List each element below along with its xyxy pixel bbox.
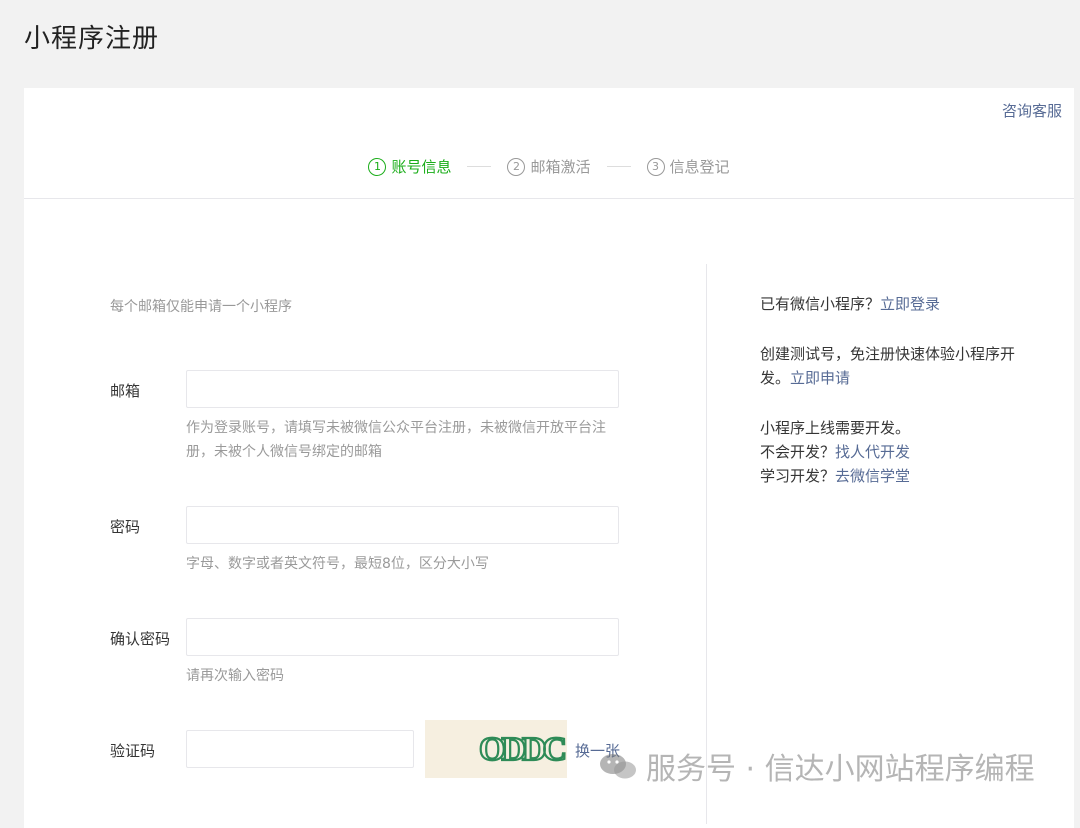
step-label: 信息登记	[669, 158, 730, 176]
registration-card: 咨询客服 1 账号信息 2 邮箱激活 3 信息登记 每个邮箱仅能申请一个小程序 …	[24, 88, 1074, 828]
confirm-password-label: 确认密码	[110, 630, 171, 648]
email-label: 邮箱	[110, 382, 141, 400]
header-divider	[24, 198, 1074, 199]
step-number: 3	[646, 157, 665, 176]
step-label: 邮箱激活	[530, 158, 591, 176]
step-info-registration: 3 信息登记	[646, 156, 730, 177]
email-input[interactable]	[186, 370, 619, 408]
dev-line2: 不会开发？找人代开发	[760, 440, 910, 464]
captcha-image[interactable]: ODDC	[425, 720, 570, 778]
column-divider	[706, 264, 707, 824]
login-text: 已有微信小程序？	[760, 295, 881, 313]
login-link[interactable]: 立即登录	[880, 295, 940, 313]
watermark-text: 服务号 · 信达小网站程序编程	[646, 752, 1035, 787]
step-email-activation: 2 邮箱激活	[507, 156, 591, 177]
step-indicator: 1 账号信息 2 邮箱激活 3 信息登记	[24, 156, 1074, 177]
captcha-glyphs: ODDC	[478, 730, 570, 769]
dev-line2-text: 不会开发？	[760, 443, 836, 461]
captcha-input[interactable]	[186, 730, 414, 768]
confirm-password-input[interactable]	[186, 618, 619, 656]
password-input[interactable]	[186, 506, 619, 544]
step-account-info: 1 账号信息	[368, 156, 451, 177]
password-hint: 字母、数字或者英文符号，最短8位，区分大小写	[186, 556, 489, 572]
step-connector	[467, 166, 492, 167]
apply-test-link[interactable]: 立即申请	[790, 369, 850, 387]
test-account-prompt: 创建测试号，免注册快速体验小程序开发。立即申请	[760, 342, 1030, 390]
dev-line3: 学习开发？去微信学堂	[760, 464, 910, 488]
dev-line3-text: 学习开发？	[760, 467, 836, 485]
page-title: 小程序注册	[24, 24, 160, 54]
form-tip: 每个邮箱仅能申请一个小程序	[110, 299, 292, 315]
dev-prompt: 小程序上线需要开发。 不会开发？找人代开发 学习开发？去微信学堂	[760, 416, 910, 488]
wechat-academy-link[interactable]: 去微信学堂	[835, 467, 910, 485]
login-prompt: 已有微信小程序？立即登录	[760, 292, 940, 316]
captcha-label: 验证码	[110, 742, 156, 760]
confirm-password-hint: 请再次输入密码	[186, 668, 284, 684]
wechat-icon	[600, 754, 636, 779]
step-connector	[606, 166, 631, 167]
password-label: 密码	[110, 518, 141, 536]
watermark: 服务号 · 信达小网站程序编程	[598, 744, 1035, 788]
dev-line1: 小程序上线需要开发。	[760, 419, 911, 437]
consult-service-link[interactable]: 咨询客服	[1002, 100, 1062, 121]
step-label: 账号信息	[391, 158, 452, 176]
step-number: 1	[368, 157, 387, 176]
captcha-text: ODDC	[479, 731, 565, 768]
step-number: 2	[507, 157, 526, 176]
email-hint: 作为登录账号，请填写未被微信公众平台注册，未被微信开放平台注册，未被个人微信号绑…	[186, 420, 606, 460]
find-developer-link[interactable]: 找人代开发	[835, 443, 910, 461]
